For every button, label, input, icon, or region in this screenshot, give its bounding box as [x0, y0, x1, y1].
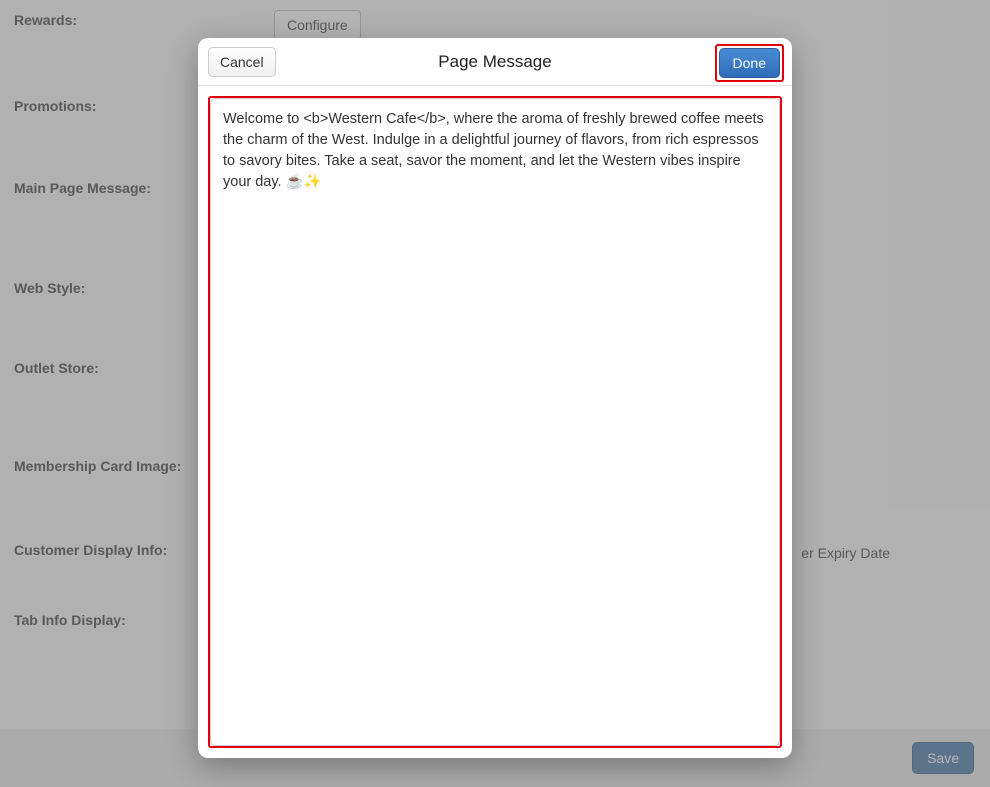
done-button[interactable]: Done	[719, 48, 780, 78]
cancel-button[interactable]: Cancel	[208, 47, 276, 77]
page-message-textarea[interactable]	[210, 98, 780, 746]
textarea-highlight	[208, 96, 782, 748]
page-message-modal: Cancel Page Message Done	[198, 38, 792, 758]
modal-title: Page Message	[198, 52, 792, 72]
modal-body	[198, 86, 792, 758]
done-button-highlight: Done	[715, 44, 784, 82]
modal-header: Cancel Page Message Done	[198, 38, 792, 86]
